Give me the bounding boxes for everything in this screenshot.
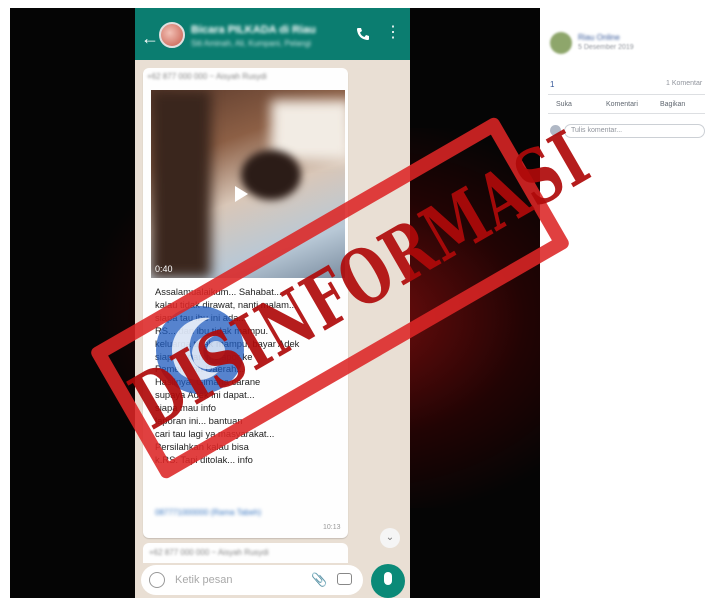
back-arrow-icon[interactable]: ← [141,28,159,49]
group-avatar[interactable] [159,22,185,48]
group-members: Siti Aminah, Ali, Kumpani, Pelangi [191,39,312,48]
post-time[interactable]: 5 Desember 2019 [578,44,634,51]
facebook-post-panel: Riau Online 5 Desember 2019 1 1 Komentar… [540,8,705,598]
comment-button[interactable]: Komentari [606,101,638,108]
message-sender: +62 877 000 000 ~ Aisyah Rusydi [147,72,337,81]
play-icon[interactable] [235,186,248,202]
sender-number: +62 877 000 000 [147,72,208,81]
scroll-down-icon[interactable]: ⌄ [380,528,400,548]
comment-input[interactable]: Tulis komentar... [564,124,705,138]
mic-button[interactable] [371,564,405,598]
like-button[interactable]: Suka [556,101,572,108]
mic-icon [384,572,392,585]
like-count[interactable]: 1 [550,80,554,89]
post-actions: Suka Komentari Bagikan [548,94,705,114]
emoji-icon[interactable] [149,572,165,588]
video-blur-region [151,90,211,278]
comments-count[interactable]: 1 Komentar [666,80,702,87]
share-button[interactable]: Bagikan [660,101,685,108]
poster-name[interactable]: Riau Online [578,33,620,42]
camera-icon[interactable] [337,573,352,585]
sender-name: ~ Aisyah Rusydi [209,72,267,81]
message-input-bar[interactable]: Ketik pesan 📎 [141,565,363,595]
message-time: 10:13 [323,524,341,531]
sender-name: ~ Aisyah Rusydi [211,548,269,557]
screenshot-frame: ← Bicara PILKADA di Riau Siti Aminah, Al… [10,8,705,598]
attach-icon[interactable]: 📎 [311,572,327,588]
video-duration: 0:40 [155,264,173,274]
sender-number: +62 877 000 000 [149,548,210,557]
chat-header: ← Bicara PILKADA di Riau Siti Aminah, Al… [135,8,410,60]
message-input[interactable]: Ketik pesan [175,574,232,586]
message-link[interactable]: 087771000000 (Rama Tabeh) [155,508,261,517]
poster-avatar[interactable] [550,32,572,54]
video-blur-region [241,150,301,200]
kebab-menu-icon[interactable]: ⋮ [385,25,401,41]
message-sender-next: +62 877 000 000 ~ Aisyah Rusydi [149,548,269,557]
phone-call-icon[interactable] [355,26,371,42]
group-name[interactable]: Bicara PILKADA di Riau [191,24,316,36]
